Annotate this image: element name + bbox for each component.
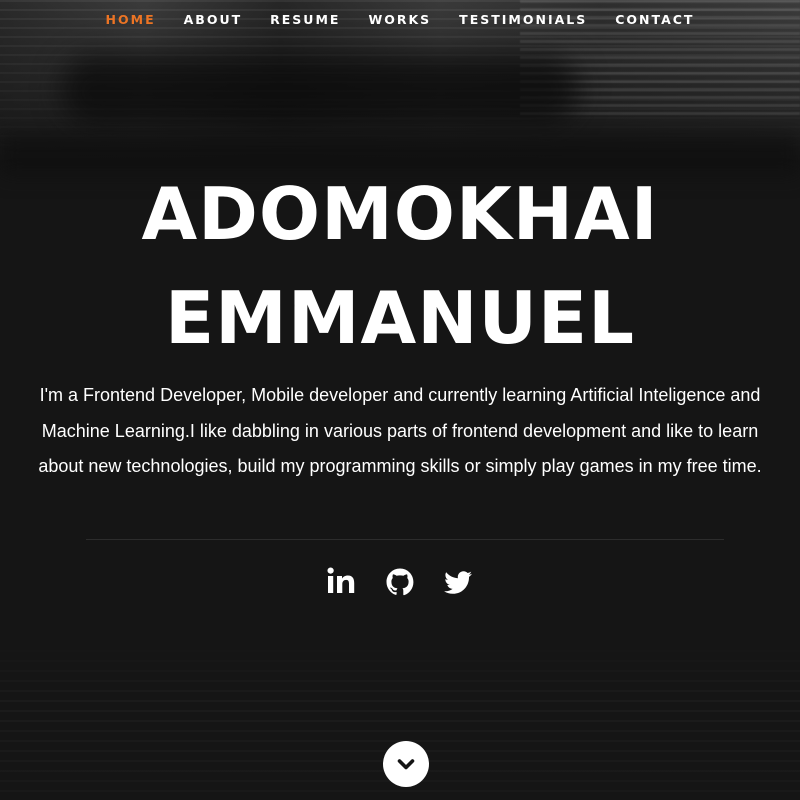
chevron-down-icon xyxy=(397,759,415,770)
scroll-down-button[interactable] xyxy=(383,741,429,787)
nav-resume[interactable]: RESUME xyxy=(256,0,354,40)
nav-about[interactable]: ABOUT xyxy=(170,0,257,40)
hero-name-line1: ADOMOKHAI xyxy=(141,172,659,256)
nav-works[interactable]: WORKS xyxy=(354,0,445,40)
divider xyxy=(86,539,724,540)
twitter-icon xyxy=(444,571,472,594)
twitter-link[interactable] xyxy=(442,562,474,602)
hero-name: ADOMOKHAI EMMANUEL xyxy=(0,162,800,370)
page: HOME ABOUT RESUME WORKS TESTIMONIALS CON… xyxy=(0,0,800,800)
github-link[interactable] xyxy=(384,562,416,602)
linkedin-link[interactable] xyxy=(326,562,358,602)
nav-testimonials[interactable]: TESTIMONIALS xyxy=(445,0,601,40)
hero-description: I'm a Frontend Developer, Mobile develop… xyxy=(38,385,762,476)
social-links xyxy=(0,562,800,602)
background-blur xyxy=(60,55,580,125)
nav-contact[interactable]: CONTACT xyxy=(601,0,708,40)
main-nav: HOME ABOUT RESUME WORKS TESTIMONIALS CON… xyxy=(0,0,800,40)
linkedin-icon xyxy=(327,567,355,593)
github-icon xyxy=(386,568,414,596)
hero-name-line2: EMMANUEL xyxy=(165,276,635,360)
nav-home[interactable]: HOME xyxy=(92,0,170,40)
